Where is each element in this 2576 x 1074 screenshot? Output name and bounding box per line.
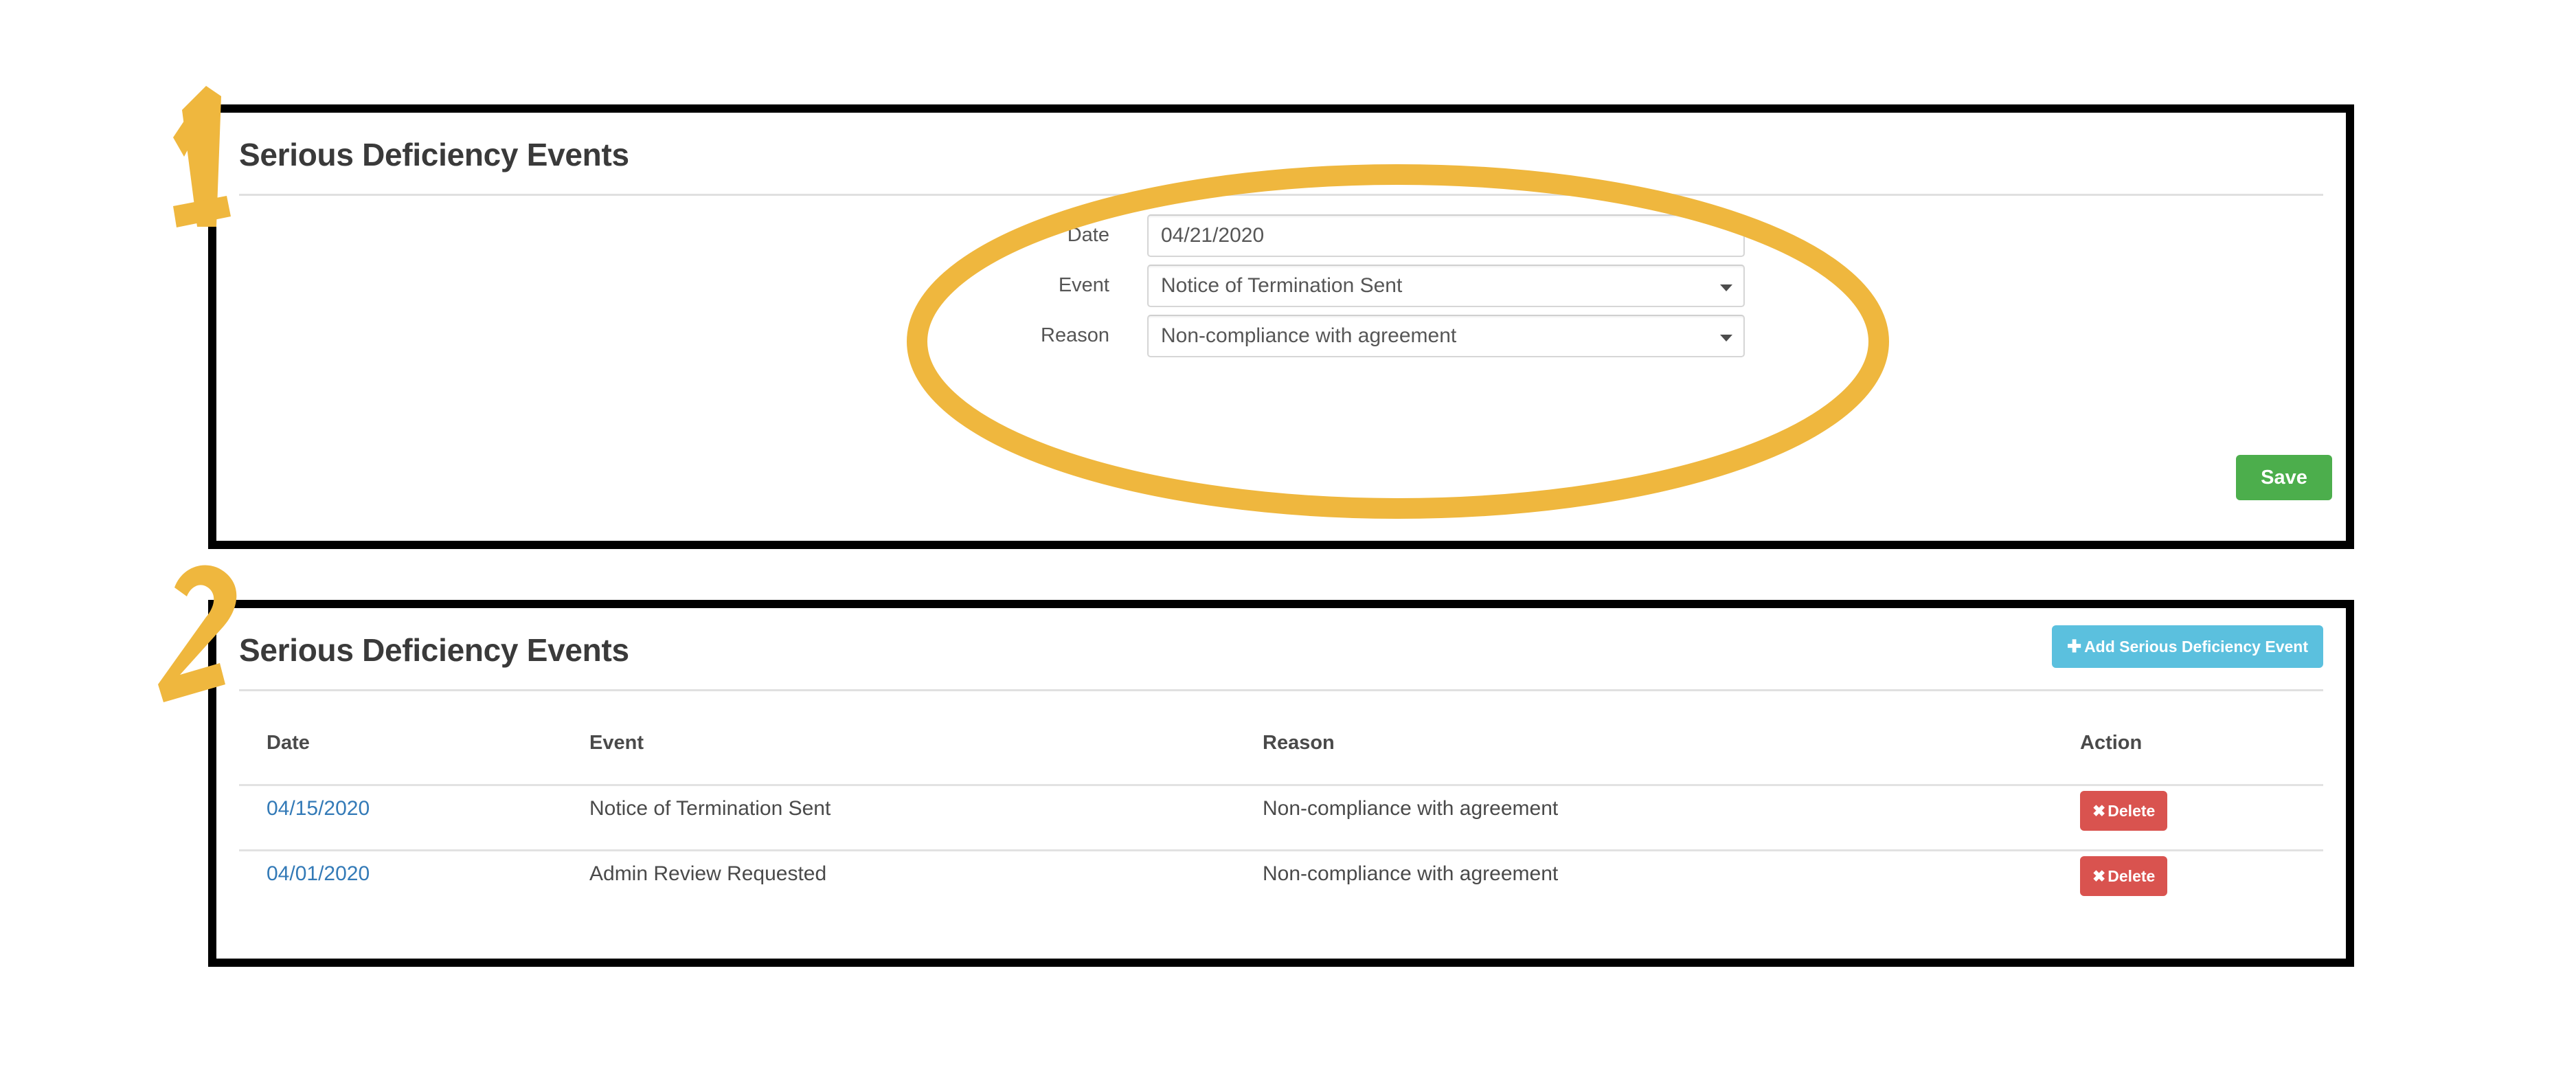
serious-deficiency-table-panel: Serious Deficiency Events ✚ Add Serious D… (208, 600, 2354, 967)
plus-icon: ✚ (2067, 637, 2082, 656)
column-header-action: Action (2080, 732, 2143, 754)
row-event-text: Notice of Termination Sent (589, 797, 831, 820)
event-select-value: Notice of Termination Sent (1161, 274, 1403, 297)
table-row: 04/01/2020 Admin Review Requested Non-co… (239, 851, 2323, 917)
reason-field-label: Reason (1041, 324, 1109, 346)
row-event-text: Admin Review Requested (589, 862, 827, 885)
delete-button-label: Delete (2108, 802, 2156, 820)
row-reason-text: Non-compliance with agreement (1263, 797, 1559, 820)
event-field-label: Event (1058, 274, 1109, 296)
table-header-row: Date Event Reason Action (239, 721, 2323, 786)
table-panel-inner: Serious Deficiency Events ✚ Add Serious D… (216, 608, 2346, 959)
screenshot-root: Serious Deficiency Events Date 04/21/202… (0, 0, 2576, 1074)
save-button[interactable]: Save (2236, 455, 2332, 500)
form-row-reason: Reason Non-compliance with agreement (216, 315, 2346, 357)
chevron-down-icon (1720, 335, 1732, 342)
form-row-date: Date 04/21/2020 (216, 214, 2346, 257)
delete-button-label: Delete (2108, 867, 2156, 885)
form-row-event: Event Notice of Termination Sent (216, 265, 2346, 307)
close-x-icon: ✖ (2092, 802, 2106, 820)
add-event-button-label: Add Serious Deficiency Event (2084, 638, 2308, 656)
date-input-value: 04/21/2020 (1161, 224, 1265, 247)
form-panel-inner: Serious Deficiency Events Date 04/21/202… (216, 113, 2346, 541)
chevron-down-icon (1720, 284, 1732, 291)
date-field-label: Date (1067, 224, 1109, 246)
date-input[interactable]: 04/21/2020 (1147, 214, 1745, 257)
table-panel-title: Serious Deficiency Events (239, 632, 629, 668)
delete-button[interactable]: ✖ Delete (2080, 856, 2168, 896)
table-row: 04/15/2020 Notice of Termination Sent No… (239, 786, 2323, 851)
delete-button[interactable]: ✖ Delete (2080, 791, 2168, 831)
form-fields-container: Date 04/21/2020 Event Notice of Terminat… (216, 194, 2346, 541)
event-select[interactable]: Notice of Termination Sent (1147, 265, 1745, 307)
row-date-link[interactable]: 04/01/2020 (267, 862, 370, 886)
table-panel-header: Serious Deficiency Events ✚ Add Serious D… (216, 608, 2346, 691)
column-header-date: Date (267, 732, 310, 754)
row-date-link[interactable]: 04/15/2020 (267, 797, 370, 820)
add-serious-deficiency-event-button[interactable]: ✚ Add Serious Deficiency Event (2052, 625, 2323, 668)
column-header-reason: Reason (1263, 732, 1335, 754)
serious-deficiency-form-panel: Serious Deficiency Events Date 04/21/202… (208, 104, 2354, 549)
close-x-icon: ✖ (2092, 867, 2106, 885)
row-reason-text: Non-compliance with agreement (1263, 862, 1559, 885)
column-header-event: Event (589, 732, 644, 754)
form-panel-title: Serious Deficiency Events (239, 137, 629, 172)
reason-select[interactable]: Non-compliance with agreement (1147, 315, 1745, 357)
form-panel-header: Serious Deficiency Events (216, 113, 2346, 196)
reason-select-value: Non-compliance with agreement (1161, 324, 1457, 347)
events-table: Date Event Reason Action 04/15/2020 Noti… (216, 689, 2346, 959)
